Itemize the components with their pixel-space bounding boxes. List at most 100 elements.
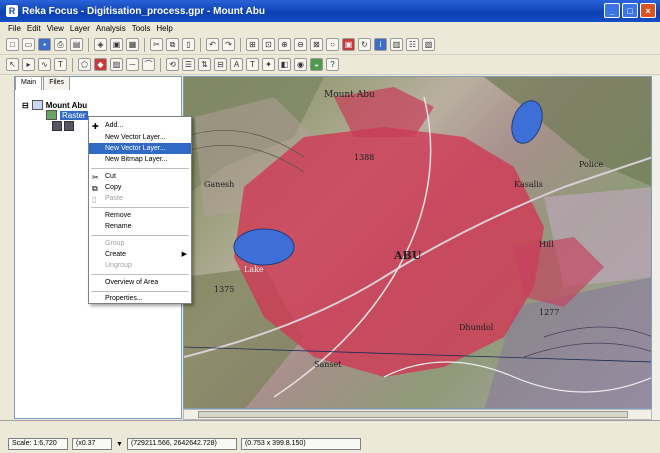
map-icon[interactable]: ◒ xyxy=(310,58,323,71)
menu-item-rename[interactable]: Rename xyxy=(89,221,191,232)
zoom-out-icon[interactable]: ⊖ xyxy=(294,38,307,51)
zoom-box-icon[interactable]: ⊠ xyxy=(310,38,323,51)
tab-main[interactable]: Main xyxy=(15,76,43,90)
maximize-button[interactable]: □ xyxy=(622,3,638,18)
grid-icon[interactable]: ▦ xyxy=(126,38,139,51)
add-icon: ✚ xyxy=(92,122,99,131)
menu-item-new-vector-layer[interactable]: New Vector Layer... xyxy=(89,132,191,143)
horizontal-scrollbar[interactable] xyxy=(183,409,652,420)
menu-layer[interactable]: Layer xyxy=(70,24,90,33)
save-icon[interactable]: ▪ xyxy=(38,38,51,51)
zoom-extent-icon[interactable]: ⊞ xyxy=(246,38,259,51)
project-icon xyxy=(31,100,43,110)
vertical-scrollbar[interactable] xyxy=(652,76,660,420)
new-icon[interactable]: □ xyxy=(6,38,19,51)
cut-icon[interactable]: ✂ xyxy=(150,38,163,51)
node-icon[interactable]: ▸ xyxy=(22,58,35,71)
tree-layer-item[interactable]: Raster xyxy=(46,110,88,120)
redraw-icon[interactable]: ↻ xyxy=(358,38,371,51)
menu-separator xyxy=(91,274,189,275)
pan-icon[interactable]: ○ xyxy=(326,38,339,51)
symbol-icon[interactable]: ✦ xyxy=(262,58,275,71)
menu-file[interactable]: File xyxy=(8,24,21,33)
font-icon[interactable]: A xyxy=(230,58,243,71)
menu-item-create[interactable]: Create ▶ xyxy=(89,249,191,260)
close-button[interactable]: × xyxy=(640,3,656,18)
group-icon[interactable]: ⊟ xyxy=(214,58,227,71)
menu-view[interactable]: View xyxy=(47,24,64,33)
table-icon[interactable]: ▥ xyxy=(390,38,403,51)
rotate-icon[interactable]: ⟲ xyxy=(166,58,179,71)
layer-thumbnails xyxy=(52,121,74,131)
polyline-icon[interactable]: ∿ xyxy=(38,58,51,71)
fill-icon[interactable]: ◧ xyxy=(278,58,291,71)
text-icon[interactable]: T xyxy=(54,58,67,71)
app-icon: R xyxy=(6,5,18,17)
layer-order-icon[interactable]: ⇅ xyxy=(198,58,211,71)
open-icon[interactable]: ▭ xyxy=(22,38,35,51)
status-zoom[interactable]: (x0.37 xyxy=(72,438,112,450)
map-label: 1388 xyxy=(354,153,374,162)
menu-item-group[interactable]: Group xyxy=(89,238,191,249)
paste-icon[interactable]: ▯ xyxy=(182,38,195,51)
align-icon[interactable]: ☰ xyxy=(182,58,195,71)
submenu-arrow-icon: ▶ xyxy=(181,251,187,258)
scrollbar-thumb[interactable] xyxy=(198,411,628,418)
menu-item-label: Create xyxy=(105,251,127,258)
polygon-icon[interactable]: ⬠ xyxy=(78,58,91,71)
menu-item-new-bitmap-layer[interactable]: New Bitmap Layer... xyxy=(89,154,191,165)
color-icon[interactable]: ◉ xyxy=(294,58,307,71)
menu-analysis[interactable]: Analysis xyxy=(96,24,126,33)
tree-root[interactable]: ⊟ Mount Abu xyxy=(22,100,87,110)
menu-item-label: Cut xyxy=(105,173,116,180)
expand-icon[interactable]: ⊟ xyxy=(22,101,29,110)
help-icon[interactable]: ? xyxy=(326,58,339,71)
menu-item-overview[interactable]: Overview of Area xyxy=(89,277,191,288)
curve-icon[interactable]: ⌒ xyxy=(142,58,155,71)
layer-icon[interactable]: ◈ xyxy=(94,38,107,51)
legend-icon[interactable]: ☷ xyxy=(406,38,419,51)
menu-item-label: Paste xyxy=(105,195,123,202)
redo-icon[interactable]: ↷ xyxy=(222,38,235,51)
line-style-icon[interactable]: ─ xyxy=(126,58,139,71)
copy-icon[interactable]: ⧉ xyxy=(166,38,179,51)
toolbar-separator xyxy=(88,37,89,52)
menu-item-new-vector-layer-selected[interactable]: New Vector Layer... xyxy=(89,143,191,154)
map-canvas[interactable]: ABU Sanset Mount Abu 1375 1277 1388 Dhun… xyxy=(183,76,652,409)
select-icon[interactable]: ↖ xyxy=(6,58,19,71)
tab-files[interactable]: Files xyxy=(43,76,70,90)
layout-icon[interactable]: ▧ xyxy=(422,38,435,51)
zoom-in-icon[interactable]: ⊕ xyxy=(278,38,291,51)
menu-item-copy[interactable]: ⧉ Copy xyxy=(89,182,191,193)
menu-bar: File Edit View Layer Analysis Tools Help xyxy=(0,22,660,35)
font-size-icon[interactable]: T xyxy=(246,58,259,71)
print-icon[interactable]: ⎙ xyxy=(54,38,67,51)
menu-item-ungroup[interactable]: Ungroup xyxy=(89,260,191,271)
menu-item-label: Remove xyxy=(105,212,132,219)
map-image: ABU Sanset Mount Abu 1375 1277 1388 Dhun… xyxy=(184,77,651,408)
menu-help[interactable]: Help xyxy=(156,24,172,33)
menu-item-add[interactable]: ✚ Add... xyxy=(89,120,191,131)
zoom-window-icon[interactable]: ⊡ xyxy=(262,38,275,51)
menu-item-properties[interactable]: Properties... xyxy=(89,293,191,304)
hatch-icon[interactable]: ▨ xyxy=(110,58,123,71)
undo-icon[interactable]: ↶ xyxy=(206,38,219,51)
map-label: Police xyxy=(579,160,603,169)
menu-tools[interactable]: Tools xyxy=(132,24,151,33)
menu-item-label: Properties... xyxy=(105,295,143,302)
dropdown-arrow-icon[interactable]: ▼ xyxy=(116,441,123,448)
toolbar-separator xyxy=(240,37,241,52)
fill-color-icon[interactable]: ◆ xyxy=(94,58,107,71)
info-icon[interactable]: i xyxy=(374,38,387,51)
minimize-button[interactable]: _ xyxy=(604,3,620,18)
print-preview-icon[interactable]: ▤ xyxy=(70,38,83,51)
menu-item-cut[interactable]: ✂ Cut xyxy=(89,171,191,182)
menu-edit[interactable]: Edit xyxy=(27,24,41,33)
menu-item-remove[interactable]: Remove xyxy=(89,210,191,221)
measure-icon[interactable]: ▣ xyxy=(342,38,355,51)
menu-item-paste[interactable]: ▯ Paste xyxy=(89,193,191,204)
map-label: Lake xyxy=(244,265,264,274)
window-icon[interactable]: ▣ xyxy=(110,38,123,51)
status-coordinates: (729211.566, 2642642.728) xyxy=(126,438,237,450)
map-label: Dhundol xyxy=(459,323,494,332)
